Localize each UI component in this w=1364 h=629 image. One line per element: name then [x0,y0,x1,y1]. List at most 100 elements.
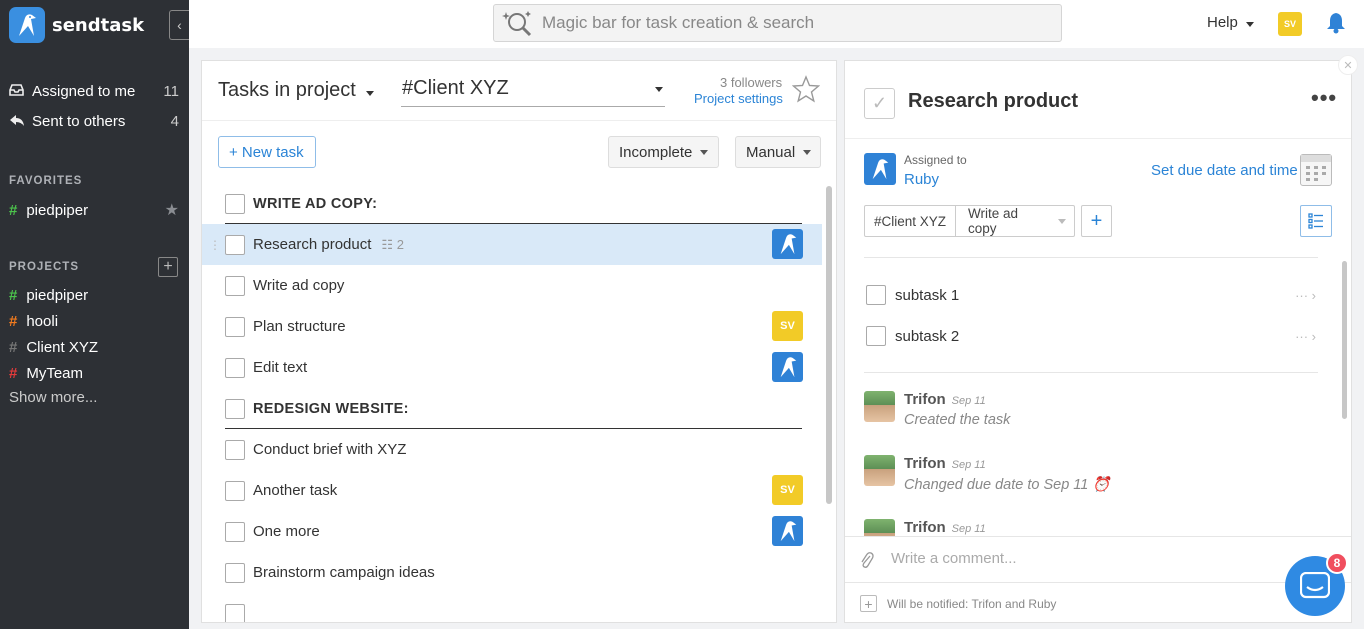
task-row[interactable]: One more [202,511,822,552]
user-avatar[interactable]: SV [1278,12,1302,36]
sort-dropdown[interactable]: Manual [735,136,821,168]
task-row-selected[interactable]: ⋮⋮ Research product ☷ 2 [202,224,822,265]
count-badge: 11 [163,83,179,100]
task-title: Conduct brief with XYZ [253,441,407,458]
task-row-partial[interactable] [202,593,822,622]
task-row[interactable]: Edit text [202,347,822,388]
task-checkbox[interactable] [225,193,245,214]
activity-date: Sep 11 [951,459,986,471]
collapse-sidebar-button[interactable]: ‹ [169,10,189,40]
task-tags: #Client XYZ Write ad copy [864,205,1076,237]
task-checkbox[interactable] [225,316,245,337]
task-checkbox[interactable] [225,275,245,296]
app-logo[interactable]: sendtask [9,7,144,43]
bell-icon[interactable] [1326,12,1346,39]
sidebar-item-label: Client XYZ [26,339,99,356]
add-tag-button[interactable]: + [1081,205,1112,237]
task-title: Edit text [253,359,308,376]
subtask-more-icon[interactable]: ··· › [1295,288,1316,303]
task-row[interactable]: Brainstorm campaign ideas [202,552,822,593]
assignee-avatar[interactable] [772,516,803,546]
show-more-link[interactable]: Show more... [9,389,97,406]
subtask-row[interactable]: subtask 1 ··· › [866,283,1316,307]
task-row[interactable]: Another task SV [202,470,822,511]
chat-unread-badge: 8 [1326,552,1348,574]
task-title[interactable]: Research product [908,90,1078,113]
detail-scrollbar[interactable] [1342,261,1347,419]
sidebar-favorite-piedpiper[interactable]: # piedpiper ★ [9,200,179,220]
subtask-row[interactable]: subtask 2 ··· › [866,324,1316,348]
task-checkbox[interactable] [225,398,245,419]
help-menu[interactable]: Help [1207,14,1254,31]
subtask-more-icon[interactable]: ··· › [1295,329,1316,344]
subtask-label: subtask 2 [895,327,960,345]
section-header[interactable]: WRITE AD COPY: [202,183,822,224]
more-options-icon[interactable]: ••• [1311,85,1337,111]
task-list-scrollbar[interactable] [826,186,832,504]
hash-icon: # [9,339,18,356]
assignee-avatar[interactable]: SV [772,311,803,341]
project-tag[interactable]: #Client XYZ [865,206,957,236]
add-project-button[interactable]: + [158,257,178,277]
subtask-label: subtask 1 [895,286,960,304]
sendtask-logo-icon [9,7,45,43]
task-row[interactable]: Conduct brief with XYZ [202,429,822,470]
sidebar-item-sent-to-others[interactable]: Sent to others 4 [9,113,179,130]
sidebar-item-assigned-to-me[interactable]: Assigned to me 11 [9,83,179,100]
subtask-checkbox[interactable] [866,326,886,346]
calendar-icon[interactable] [1300,154,1332,186]
subtask-list-icon[interactable] [1300,205,1332,237]
followers-count[interactable]: 3 followers [720,75,782,90]
task-checkbox[interactable] [225,603,245,622]
activity-author-name: Trifon [904,391,946,408]
task-checkbox[interactable] [225,357,245,378]
section-header[interactable]: REDESIGN WEBSITE: [202,388,822,429]
task-title: One more [253,523,320,540]
search-input[interactable]: Magic bar for task creation & search [542,13,814,33]
section-tag-dropdown[interactable]: Write ad copy [956,206,1074,236]
assignee-avatar[interactable] [864,153,896,185]
status-filter-dropdown[interactable]: Incomplete [608,136,719,168]
task-title: Research product [253,236,372,253]
checkmark-icon: ✓ [871,93,888,113]
add-follower-button[interactable]: + [860,595,877,612]
task-checkbox[interactable] [225,480,245,501]
task-row[interactable]: Plan structure SV [202,306,822,347]
task-checkbox[interactable] [225,562,245,583]
section-label: WRITE AD COPY: [253,195,378,212]
assignee-link[interactable]: Ruby [904,171,939,188]
task-title: Write ad copy [253,277,345,294]
project-settings-link[interactable]: Project settings [694,91,783,106]
assignee-avatar[interactable] [772,352,803,382]
task-checkbox[interactable] [225,439,245,460]
magic-search-bar[interactable]: Magic bar for task creation & search [493,4,1062,42]
app-name: sendtask [52,14,145,36]
top-bar: Magic bar for task creation & search Hel… [189,0,1364,48]
task-checkbox[interactable] [225,521,245,542]
assignee-avatar[interactable]: SV [772,475,803,505]
task-row[interactable]: Write ad copy [202,265,822,306]
sidebar-project-client-xyz[interactable]: # Client XYZ [9,339,179,356]
task-checkbox[interactable] [225,234,245,255]
sidebar-project-myteam[interactable]: # MyTeam [9,365,179,382]
subtask-checkbox[interactable] [866,285,886,305]
attachment-icon[interactable] [860,551,874,574]
activity-author-name: Trifon [904,455,946,472]
sidebar-project-piedpiper[interactable]: # piedpiper [9,287,179,304]
star-icon[interactable]: ★ [165,200,179,220]
comment-input[interactable]: Write a comment... [891,550,1017,567]
project-dropdown[interactable]: #Client XYZ [401,77,665,107]
sidebar-project-hooli[interactable]: # hooli [9,313,179,330]
star-icon[interactable] [791,75,821,108]
view-selector[interactable]: Tasks in project [218,79,374,102]
complete-task-checkbox[interactable]: ✓ [864,88,895,119]
count-badge: 4 [170,113,179,130]
avatar [864,455,895,486]
new-task-button[interactable]: + New task [218,136,316,168]
assignee-avatar[interactable] [772,229,803,259]
close-icon[interactable]: ✕ [1338,55,1358,75]
set-due-date-link[interactable]: Set due date and time [1151,162,1298,179]
notify-bar: + Will be notified: Trifon and Ruby [845,582,1351,622]
activity-item: Trifon Sep 11 Created the task [864,391,1324,441]
divider [864,372,1318,373]
